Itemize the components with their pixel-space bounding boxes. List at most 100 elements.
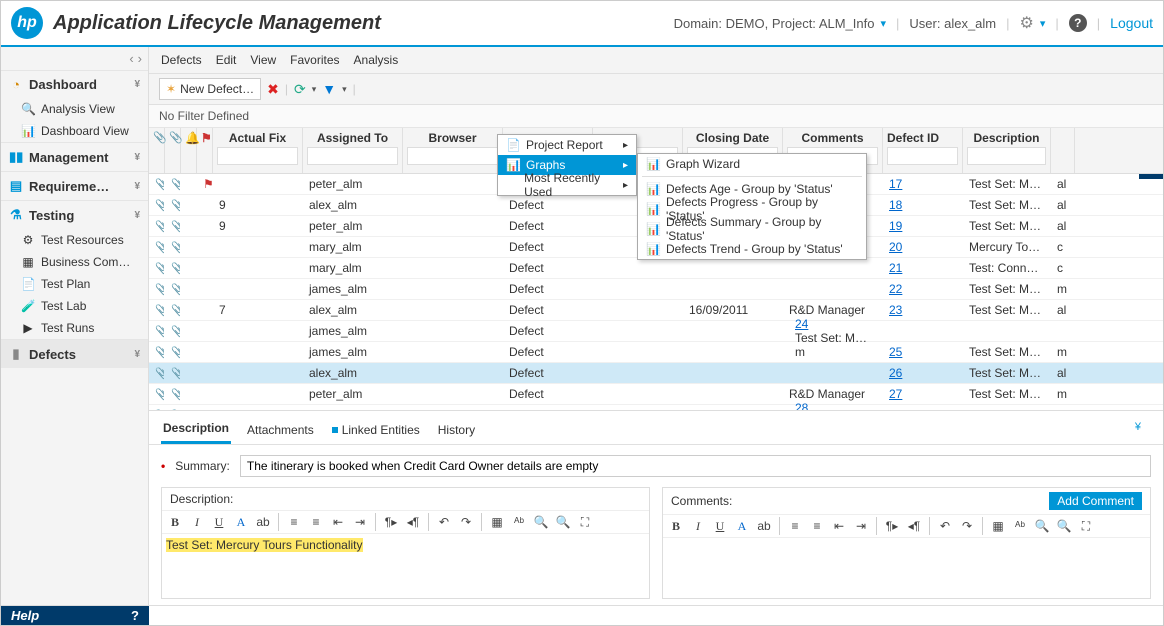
col-defect-id[interactable]: Defect ID xyxy=(887,131,958,147)
c-indent-inc-icon[interactable]: ⇥ xyxy=(852,517,870,535)
filter-description[interactable] xyxy=(967,147,1046,165)
defect-id-link[interactable]: 18 xyxy=(889,198,902,212)
graphs-submenu[interactable]: 📊Graph Wizard📊Defects Age - Group by 'St… xyxy=(637,153,867,260)
detail-collapse-icon[interactable]: ¥ xyxy=(1125,415,1151,444)
tab-linked-entities[interactable]: Linked Entities xyxy=(330,415,422,444)
c-list-bul-icon[interactable]: ≡ xyxy=(808,517,826,535)
col-attach2-icon[interactable]: 📎 xyxy=(169,131,176,147)
indent-dec-icon[interactable]: ⇤ xyxy=(329,513,347,531)
summary-input[interactable] xyxy=(240,455,1151,477)
col-actual-fix-time[interactable]: Actual Fix Time xyxy=(217,131,298,147)
menu-item[interactable]: 📊Defects Trend - Group by 'Status' xyxy=(638,239,866,259)
filter-actual-fix-time[interactable] xyxy=(217,147,298,165)
delete-icon[interactable]: ✖ xyxy=(267,81,279,98)
c-zoomin-icon[interactable]: 🔍 xyxy=(1055,517,1073,535)
c-font-icon[interactable]: A xyxy=(733,517,751,535)
analysis-menu[interactable]: 📄Project Report▸📊Graphs▸Most Recently Us… xyxy=(497,134,637,196)
menu-view[interactable]: View xyxy=(250,53,276,67)
undo-icon[interactable]: ↶ xyxy=(435,513,453,531)
help-icon[interactable]: ? xyxy=(1069,14,1087,32)
c-list-num-icon[interactable]: ≡ xyxy=(786,517,804,535)
spell-icon[interactable]: ᴬᵇ xyxy=(510,513,528,531)
tab-description[interactable]: Description xyxy=(161,415,231,444)
c-underline-icon[interactable]: U xyxy=(711,517,729,535)
bold-icon[interactable]: B xyxy=(166,513,184,531)
help-button[interactable]: Help? xyxy=(1,606,149,625)
sidebar-item-analysis-view[interactable]: 🔍Analysis View xyxy=(1,98,148,120)
expand-icon[interactable]: ⛶ xyxy=(576,513,594,531)
font-icon[interactable]: A xyxy=(232,513,250,531)
table-row[interactable]: 📎📎peter_almDefectR&D Manager 28Test Set:… xyxy=(149,405,1163,410)
table-row[interactable]: 📎📎mary_almDefect21Test: Connect_Si…c xyxy=(149,258,1163,279)
table-row[interactable]: 📎📎james_almDefect22Test Set: Mercur…m xyxy=(149,279,1163,300)
indent-inc-icon[interactable]: ⇥ xyxy=(351,513,369,531)
comments-editor[interactable] xyxy=(663,538,1150,598)
defect-id-link[interactable]: 20 xyxy=(889,240,902,254)
sidebar-item-test-plan[interactable]: 📄Test Plan xyxy=(1,273,148,295)
col-tail[interactable] xyxy=(1055,131,1070,147)
zoomout-icon[interactable]: 🔍 xyxy=(532,513,550,531)
defect-id-link[interactable]: 22 xyxy=(889,282,902,296)
c-highlight-icon[interactable]: ab xyxy=(755,517,773,535)
logout-link[interactable]: Logout xyxy=(1110,15,1153,31)
sidebar-item-test-lab[interactable]: 🧪Test Lab xyxy=(1,295,148,317)
nav-forward-icon[interactable]: › xyxy=(138,51,142,66)
filter-icon[interactable]: ▼ xyxy=(322,81,336,97)
defect-id-link[interactable]: 28 xyxy=(795,401,808,410)
menu-item[interactable]: 📊Defects Summary - Group by 'Status' xyxy=(638,219,866,239)
menu-item[interactable]: 📊Graph Wizard xyxy=(638,154,866,174)
col-flag-icon[interactable]: ⚑ xyxy=(201,131,208,147)
defect-id-link[interactable]: 25 xyxy=(889,345,902,359)
filter-defect-id[interactable] xyxy=(887,147,958,165)
col-closing-date[interactable]: Closing Date xyxy=(687,131,778,147)
menu-item[interactable]: Most Recently Used▸ xyxy=(498,175,636,195)
defect-id-link[interactable]: 19 xyxy=(889,219,902,233)
sidebar-item-dashboard-view[interactable]: 📊Dashboard View xyxy=(1,120,148,142)
description-editor[interactable]: Test Set: Mercury Tours Functionality xyxy=(162,534,649,598)
add-comment-button[interactable]: Add Comment xyxy=(1049,492,1142,510)
table-icon[interactable]: ▦ xyxy=(488,513,506,531)
sidebar-item-business-com[interactable]: ▦Business Com… xyxy=(1,251,148,273)
defect-id-link[interactable]: 23 xyxy=(889,303,902,317)
table-row[interactable]: 📎📎peter_almDefect27Test Set: Mercur…m xyxy=(149,384,1163,405)
sidebar-group-testing[interactable]: ⚗Testing¥ xyxy=(1,200,148,229)
c-italic-icon[interactable]: I xyxy=(689,517,707,535)
table-row[interactable]: 📎📎james_almDefectR&D Manager 24Test Set:… xyxy=(149,321,1163,342)
c-spell-icon[interactable]: ᴬᵇ xyxy=(1011,517,1029,535)
gear-dropdown-icon[interactable]: ▾ xyxy=(1040,17,1046,30)
table-row[interactable]: 📎📎7alex_almDefect16/09/201123Test Set: M… xyxy=(149,300,1163,321)
sidebar-item-test-resources[interactable]: ⚙Test Resources xyxy=(1,229,148,251)
zoomin-icon[interactable]: 🔍 xyxy=(554,513,572,531)
tab-history[interactable]: History xyxy=(436,415,477,444)
sidebar-group-defects[interactable]: ▮Defects¥ xyxy=(1,339,148,368)
list-num-icon[interactable]: ≡ xyxy=(285,513,303,531)
sidebar-group-management[interactable]: ▮▮Management¥ xyxy=(1,142,148,171)
table-row[interactable]: 📎📎james_almDefect25Test Set: Mercur…m xyxy=(149,342,1163,363)
project-dropdown-icon[interactable]: ▾ xyxy=(880,17,886,30)
col-browser[interactable]: Browser xyxy=(407,131,498,147)
redo-icon[interactable]: ↷ xyxy=(457,513,475,531)
refresh-dropdown-icon[interactable]: ▾ xyxy=(312,84,317,95)
col-bell-icon[interactable]: 🔔 xyxy=(185,131,192,147)
filter-dropdown-icon[interactable]: ▾ xyxy=(342,84,347,95)
table-row[interactable]: 📎📎alex_almDefect26Test Set: Mercur…al xyxy=(149,363,1163,384)
rtl-icon[interactable]: ◂¶ xyxy=(404,513,422,531)
c-undo-icon[interactable]: ↶ xyxy=(936,517,954,535)
c-bold-icon[interactable]: B xyxy=(667,517,685,535)
c-table-icon[interactable]: ▦ xyxy=(989,517,1007,535)
underline-icon[interactable]: U xyxy=(210,513,228,531)
c-zoomout-icon[interactable]: 🔍 xyxy=(1033,517,1051,535)
defect-id-link[interactable]: 24 xyxy=(795,317,808,331)
menu-item[interactable]: 📄Project Report▸ xyxy=(498,135,636,155)
menu-edit[interactable]: Edit xyxy=(216,53,237,67)
c-indent-dec-icon[interactable]: ⇤ xyxy=(830,517,848,535)
col-comments[interactable]: Comments xyxy=(787,131,878,147)
defect-id-link[interactable]: 27 xyxy=(889,387,902,401)
menu-defects[interactable]: Defects xyxy=(161,53,202,67)
c-redo-icon[interactable]: ↷ xyxy=(958,517,976,535)
list-bul-icon[interactable]: ≡ xyxy=(307,513,325,531)
c-expand-icon[interactable]: ⛶ xyxy=(1077,517,1095,535)
c-ltr-icon[interactable]: ¶▸ xyxy=(883,517,901,535)
col-attach-icon[interactable]: 📎 xyxy=(153,131,160,147)
col-description[interactable]: Description xyxy=(967,131,1046,147)
